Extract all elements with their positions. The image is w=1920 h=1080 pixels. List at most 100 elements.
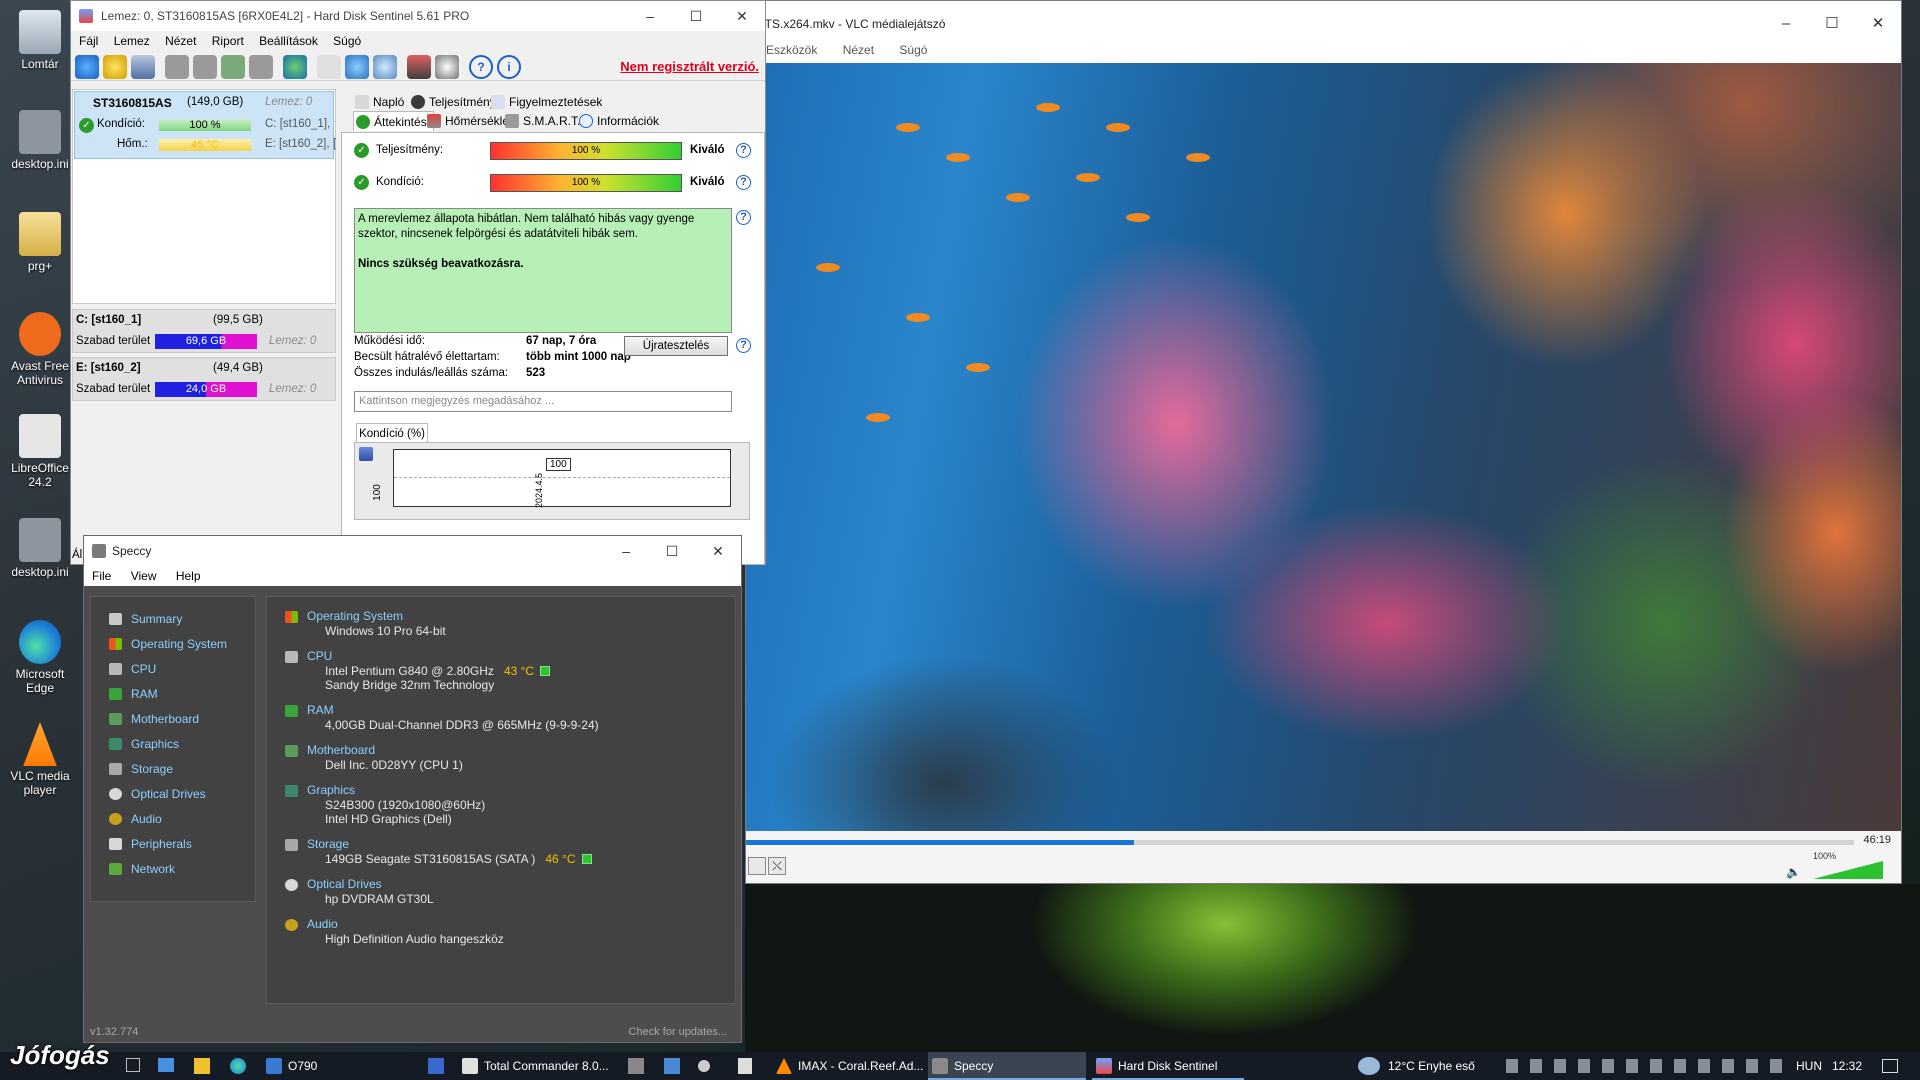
chart-tab-health[interactable]: Kondíció (%) [356, 423, 428, 443]
settings-icon[interactable] [628, 1058, 644, 1074]
tab-info[interactable]: Információk [577, 111, 659, 131]
desktop-icon-desktop-ini-2[interactable]: desktop.ini [2, 518, 78, 579]
section-heading[interactable]: Operating System [285, 609, 725, 624]
sidebar-item-motherboard[interactable]: Motherboard [91, 709, 251, 729]
desktop-icon-desktop-ini[interactable]: desktop.ini [2, 110, 78, 171]
help-icon[interactable]: ? [736, 175, 751, 190]
loop-button[interactable] [748, 857, 766, 875]
sidebar-item-peripherals[interactable]: Peripherals [91, 834, 251, 854]
folder-icon[interactable] [194, 1058, 210, 1074]
sidebar-item-graphics[interactable]: Graphics [91, 734, 251, 754]
video-frame[interactable] [746, 63, 1901, 831]
help-icon[interactable]: ? [736, 210, 751, 225]
tray-icons[interactable] [1506, 1059, 1786, 1073]
network-icon[interactable] [664, 1058, 680, 1074]
minimize-button[interactable]: – [603, 536, 649, 566]
notifications-icon[interactable] [1882, 1059, 1898, 1073]
section-heading[interactable]: Motherboard [285, 743, 725, 758]
sidebar-item-os[interactable]: Operating System [91, 634, 251, 654]
drive-test-icon[interactable] [193, 55, 217, 79]
taskbar-item-vlc[interactable]: IMAX - Coral.Reef.Ad... [772, 1052, 924, 1080]
tab-performance[interactable]: Teljesítmény [409, 92, 496, 112]
menu-view[interactable]: Nézet [165, 34, 196, 48]
menu-settings[interactable]: Beállítások [259, 34, 318, 48]
menu-report[interactable]: Riport [212, 34, 244, 48]
network-icon[interactable] [373, 55, 397, 79]
minimize-button[interactable]: – [1763, 1, 1809, 47]
menu-file[interactable]: Fájl [79, 34, 98, 48]
app-grid-icon[interactable] [428, 1058, 444, 1074]
shuffle-icon[interactable]: ⤬ [768, 857, 786, 875]
help-icon[interactable]: ? [736, 338, 751, 353]
note-input[interactable]: Kattintson megjegyzés megadásához ... [354, 391, 732, 412]
menu-tools[interactable]: Eszközök [766, 43, 817, 57]
refresh-icon[interactable] [75, 55, 99, 79]
desktop-icon-recycle-bin[interactable]: Lomtár [2, 10, 78, 71]
tab-smart[interactable]: S.M.A.R.T. [503, 111, 580, 131]
taskbar-item-hds[interactable]: Hard Disk Sentinel [1092, 1052, 1244, 1080]
clock[interactable]: 12:32 [1832, 1052, 1862, 1080]
disk-info-icon[interactable] [131, 55, 155, 79]
partition-c[interactable]: C: [st160_1] (99,5 GB) Szabad terület 69… [72, 309, 336, 353]
taskbar-item-o790[interactable]: O790 [262, 1052, 392, 1080]
section-heading[interactable]: RAM [285, 703, 725, 718]
taskbar-item-speccy[interactable]: Speccy [928, 1052, 1086, 1080]
section-heading[interactable]: Graphics [285, 783, 725, 798]
menu-disk[interactable]: Lemez [114, 34, 150, 48]
tab-log[interactable]: Napló [353, 92, 404, 112]
tab-temperature[interactable]: Hőmérséklet [425, 111, 512, 131]
help-icon[interactable]: ? [469, 55, 493, 79]
section-heading[interactable]: Optical Drives [285, 877, 725, 892]
speaker-icon[interactable]: 🔈 [1786, 865, 1801, 879]
sidebar-item-storage[interactable]: Storage [91, 759, 251, 779]
close-button[interactable]: ✕ [695, 536, 741, 566]
menu-help[interactable]: Help [176, 569, 201, 583]
tab-alerts[interactable]: Figyelmeztetések [489, 92, 602, 112]
desktop-icon-libreoffice[interactable]: LibreOffice 24.2 [2, 414, 78, 489]
task-view-icon[interactable] [126, 1058, 140, 1072]
info-icon[interactable]: i [497, 55, 521, 79]
partition-e[interactable]: E: [st160_2] (49,4 GB) Szabad terület 24… [72, 357, 336, 401]
search-icon[interactable] [698, 1060, 710, 1072]
sidebar-item-ram[interactable]: RAM [91, 684, 251, 704]
sidebar-item-summary[interactable]: Summary [91, 609, 251, 629]
language-indicator[interactable]: HUN [1796, 1052, 1822, 1080]
drive-ok-icon[interactable] [221, 55, 245, 79]
sidebar-item-audio[interactable]: Audio [91, 809, 251, 829]
menu-file[interactable]: File [92, 569, 111, 583]
sidebar-item-cpu[interactable]: CPU [91, 659, 251, 679]
weather-text[interactable]: 12°C Enyhe eső [1388, 1052, 1475, 1080]
help-icon[interactable]: ? [736, 143, 751, 158]
disc-icon[interactable] [435, 55, 459, 79]
desktop-icon-prg[interactable]: prg+ [2, 212, 78, 273]
weather-icon[interactable] [1358, 1057, 1380, 1075]
check-updates-link[interactable]: Check for updates... [629, 1026, 727, 1038]
maximize-button[interactable]: ☐ [1809, 1, 1855, 47]
maximize-button[interactable]: ☐ [673, 1, 719, 31]
menu-help[interactable]: Súgó [899, 43, 927, 57]
menu-help[interactable]: Súgó [333, 34, 361, 48]
unregistered-link[interactable]: Nem regisztrált verzió. [620, 59, 759, 74]
seek-bar[interactable] [746, 840, 1854, 845]
sync-icon[interactable] [345, 55, 369, 79]
chart-icon[interactable] [407, 55, 431, 79]
sidebar-item-optical[interactable]: Optical Drives [91, 784, 251, 804]
file-explorer-icon[interactable] [158, 1058, 174, 1072]
taskbar-item-total-commander[interactable]: Total Commander 8.0... [458, 1052, 610, 1080]
disk-entry[interactable]: ST3160815AS (149,0 GB) Lemez: 0 ✓ Kondíc… [74, 91, 336, 159]
close-button[interactable]: ✕ [1855, 1, 1901, 47]
document-icon[interactable] [738, 1058, 752, 1074]
drive-icon[interactable] [165, 55, 189, 79]
close-button[interactable]: ✕ [719, 1, 765, 31]
globe-icon[interactable] [283, 55, 307, 79]
report-icon[interactable] [317, 55, 341, 79]
desktop-icon-edge[interactable]: Microsoft Edge [2, 620, 78, 695]
maximize-button[interactable]: ☐ [649, 536, 695, 566]
desktop-icon-vlc[interactable]: VLC media player [2, 722, 78, 797]
edge-icon[interactable] [230, 1058, 246, 1074]
section-heading[interactable]: CPU [285, 649, 725, 664]
section-heading[interactable]: Storage [285, 837, 725, 852]
retest-button[interactable]: Újratesztelés [624, 336, 728, 356]
drive-settings-icon[interactable] [249, 55, 273, 79]
warning-icon[interactable] [103, 55, 127, 79]
